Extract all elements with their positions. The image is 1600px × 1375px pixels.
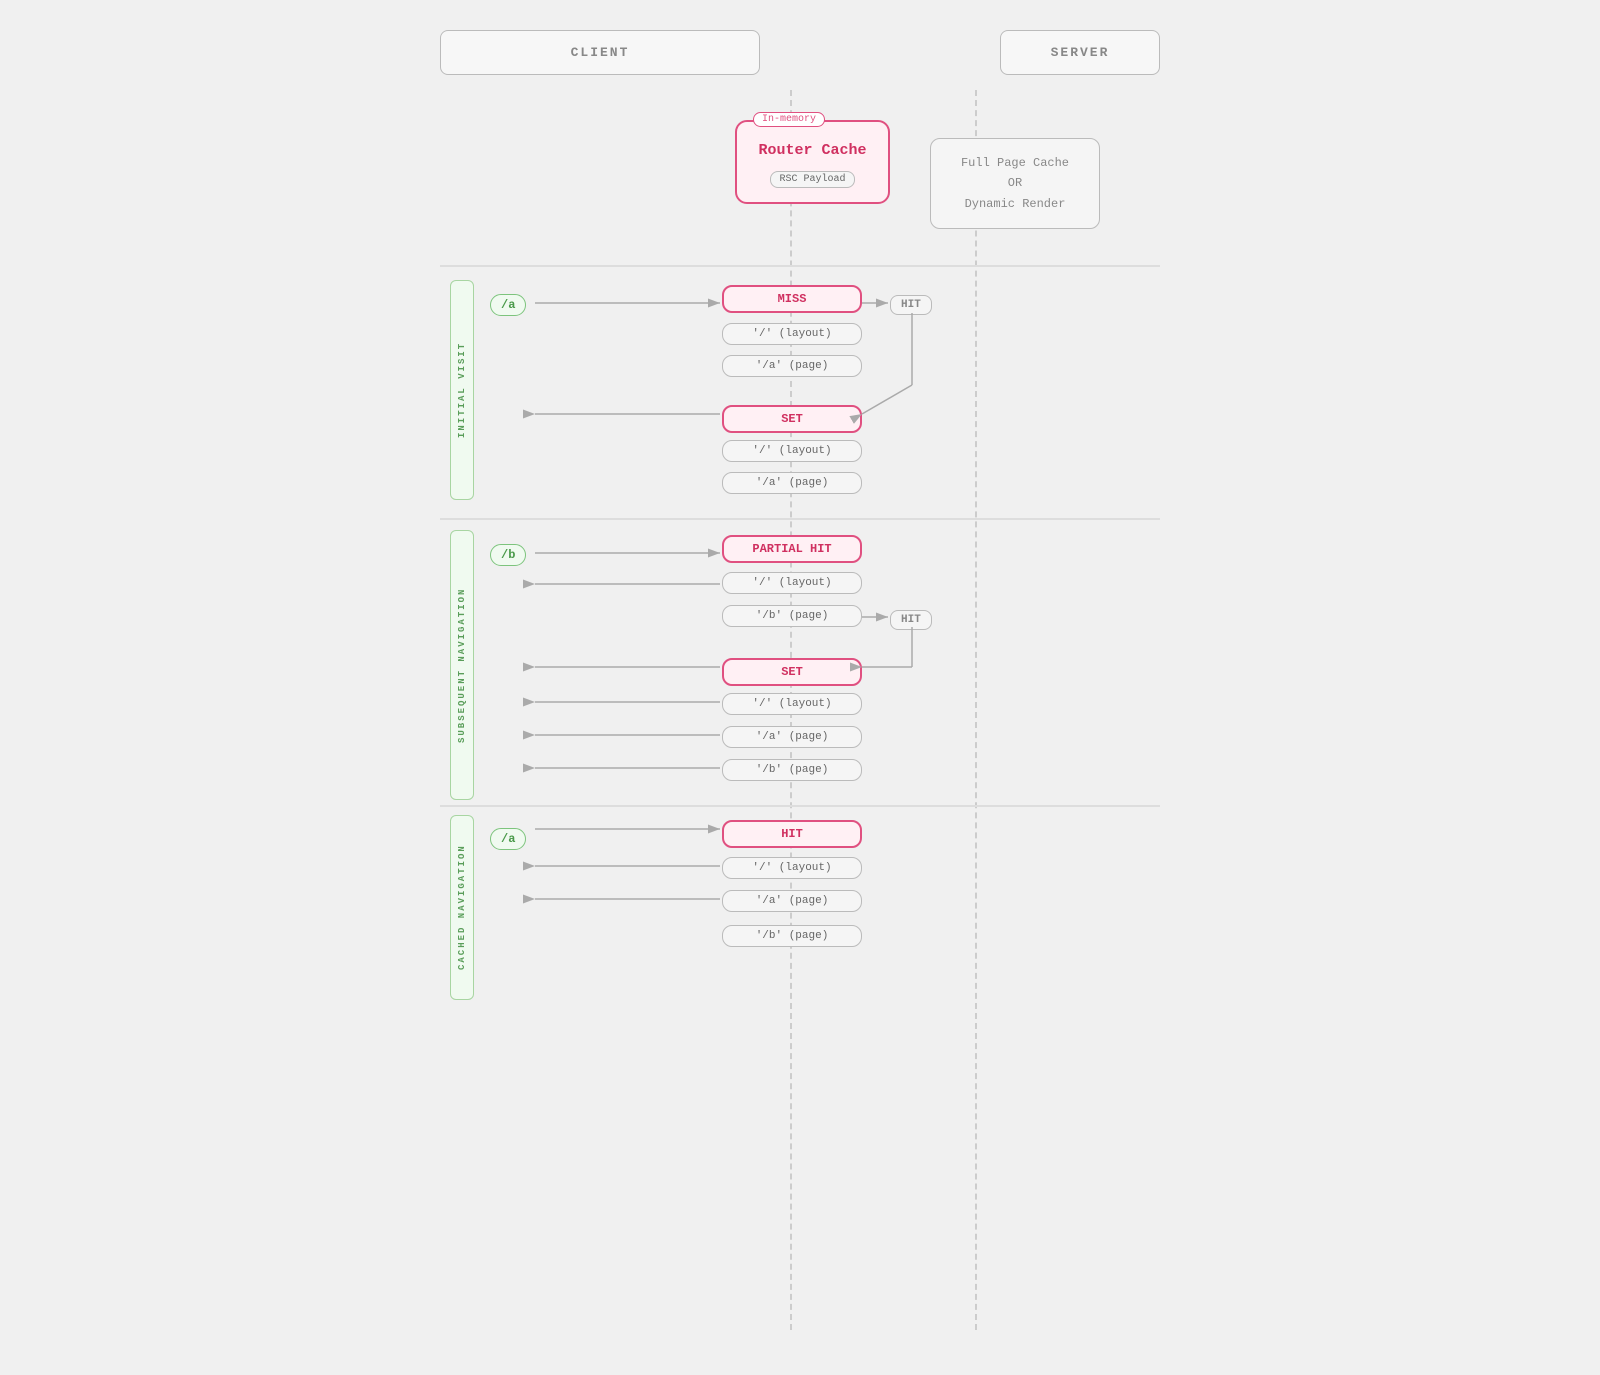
set-box-2: SET xyxy=(722,658,862,686)
hit-server-1: HIT xyxy=(890,295,932,315)
route-a-cached: /a xyxy=(490,828,526,850)
divider-2 xyxy=(440,518,1160,520)
partial-hit-box: PARTIAL HIT xyxy=(722,535,862,563)
route-b: /b xyxy=(490,544,526,566)
client-label: CLIENT xyxy=(571,45,630,60)
divider-1 xyxy=(440,265,1160,267)
page-b-partial: '/b' (page) xyxy=(722,605,862,627)
full-page-cache-box: Full Page Cache OR Dynamic Render xyxy=(930,138,1100,229)
set-box-1: SET xyxy=(722,405,862,433)
page-b-set-2: '/b' (page) xyxy=(722,759,862,781)
router-cache-box: In-memory Router Cache RSC Payload xyxy=(735,120,890,204)
page-b-cached: '/b' (page) xyxy=(722,925,862,947)
full-page-line3: Dynamic Render xyxy=(947,194,1083,214)
layout-partial-1: '/' (layout) xyxy=(722,572,862,594)
server-header: SERVER xyxy=(1000,30,1160,75)
inmemory-badge: In-memory xyxy=(753,112,825,127)
miss-box: MISS xyxy=(722,285,862,313)
page-a-cached: '/a' (page) xyxy=(722,890,862,912)
cached-nav-label: CACHED NAVIGATION xyxy=(457,845,467,971)
page-a-gray-1: '/a' (page) xyxy=(722,355,862,377)
router-cache-title: Router Cache xyxy=(755,142,870,159)
section-subsequent-nav: SUBSEQUENT NAVIGATION xyxy=(450,530,474,800)
layout-set-2: '/' (layout) xyxy=(722,693,862,715)
full-page-line2: OR xyxy=(947,173,1083,193)
server-label: SERVER xyxy=(1051,45,1110,60)
layout-gray-set-1: '/' (layout) xyxy=(722,440,862,462)
initial-visit-label: INITIAL VISIT xyxy=(457,342,467,438)
layout-cached-1: '/' (layout) xyxy=(722,857,862,879)
diagram-container: CLIENT SERVER In-memory Router Cache RSC… xyxy=(440,30,1160,1330)
page-a-set-1: '/a' (page) xyxy=(722,472,862,494)
full-page-line1: Full Page Cache xyxy=(947,153,1083,173)
page-a-set-2: '/a' (page) xyxy=(722,726,862,748)
server-vline xyxy=(975,90,977,1330)
section-initial-visit: INITIAL VISIT xyxy=(450,280,474,500)
rsc-badge: RSC Payload xyxy=(770,171,854,188)
route-a-initial: /a xyxy=(490,294,526,316)
hit-server-2: HIT xyxy=(890,610,932,630)
subsequent-nav-label: SUBSEQUENT NAVIGATION xyxy=(457,587,467,742)
hit-box-cached: HIT xyxy=(722,820,862,848)
header-row: CLIENT SERVER xyxy=(440,30,1160,75)
divider-3 xyxy=(440,805,1160,807)
client-header: CLIENT xyxy=(440,30,760,75)
section-cached-nav: CACHED NAVIGATION xyxy=(450,815,474,1000)
layout-gray-1: '/' (layout) xyxy=(722,323,862,345)
